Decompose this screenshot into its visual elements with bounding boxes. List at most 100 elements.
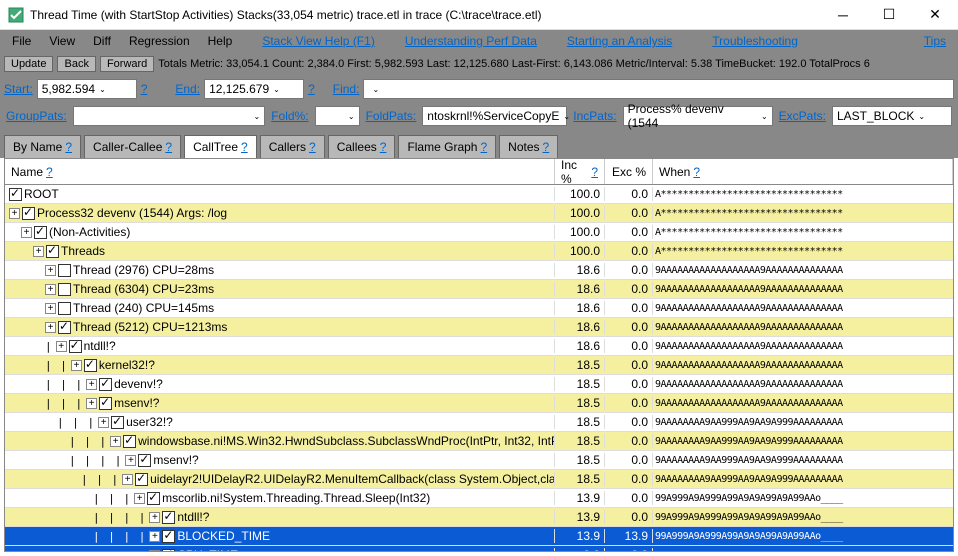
expand-icon[interactable]: + (122, 474, 133, 485)
foldpct-input[interactable]: ⌄ (315, 106, 360, 126)
expand-icon[interactable]: + (56, 341, 67, 352)
expand-icon[interactable]: + (110, 436, 121, 447)
link-understanding-perf[interactable]: Understanding Perf Data (397, 32, 545, 50)
tree-row[interactable]: | |+kernel32!?18.50.09AAAAAAAAAAAAAAAAAA… (5, 356, 953, 375)
expand-icon[interactable]: + (21, 227, 32, 238)
row-checkbox[interactable] (84, 359, 97, 372)
link-stackview-help[interactable]: Stack View Help (F1) (254, 32, 382, 50)
row-checkbox[interactable] (58, 283, 71, 296)
find-input[interactable]: ⌄ (363, 79, 954, 99)
foldpct-label[interactable]: Fold%: (271, 109, 308, 123)
expand-icon[interactable]: + (149, 512, 160, 523)
expand-icon[interactable]: + (98, 417, 109, 428)
expand-icon[interactable]: + (149, 550, 160, 552)
row-checkbox[interactable] (162, 530, 175, 543)
incpats-label[interactable]: IncPats: (573, 109, 616, 123)
tree-row[interactable]: | | | |+ntdll!?13.90.099A999A9A999A99A9A… (5, 508, 953, 527)
tree-row[interactable]: | | | | +CPU_TIME0.00.0..-..-.-...-..-.-… (5, 546, 953, 551)
expand-icon[interactable]: + (45, 265, 56, 276)
tree-row[interactable]: | | | | +BLOCKED_TIME13.913.999A999A9A99… (5, 527, 953, 546)
close-button[interactable]: ✕ (912, 0, 958, 30)
tree-row[interactable]: +(Non-Activities)100.00.0A**************… (5, 223, 953, 242)
row-checkbox[interactable] (22, 207, 35, 220)
grouppats-input[interactable]: ⌄ (73, 106, 266, 126)
tab-callers[interactable]: Callers? (260, 135, 325, 158)
tab-flamegraph[interactable]: Flame Graph? (398, 135, 496, 158)
link-starting-analysis[interactable]: Starting an Analysis (559, 32, 680, 50)
tab-caller-callee[interactable]: Caller-Callee? (84, 135, 181, 158)
link-tips[interactable]: Tips (916, 32, 954, 50)
tree-row[interactable]: ROOT100.00.0A***************************… (5, 185, 953, 204)
row-checkbox[interactable] (138, 454, 151, 467)
expand-icon[interactable]: + (45, 284, 56, 295)
menu-diff[interactable]: Diff (85, 32, 119, 50)
tree-row[interactable]: +Thread (5212) CPU=1213ms18.60.09AAAAAAA… (5, 318, 953, 337)
maximize-button[interactable]: ☐ (866, 0, 912, 30)
tab-byname[interactable]: By Name? (4, 135, 81, 158)
expand-icon[interactable]: + (33, 246, 44, 257)
end-input[interactable]: 12,125.679⌄ (204, 79, 304, 99)
expand-icon[interactable]: + (86, 398, 97, 409)
tree-row[interactable]: +Thread (2976) CPU=28ms18.60.09AAAAAAAAA… (5, 261, 953, 280)
start-input[interactable]: 5,982.594⌄ (37, 79, 137, 99)
update-button[interactable]: Update (4, 56, 53, 72)
row-checkbox[interactable] (123, 435, 136, 448)
row-checkbox[interactable] (99, 378, 112, 391)
tree-row[interactable]: |+ntdll!?18.60.09AAAAAAAAAAAAAAAAAA9AAAA… (5, 337, 953, 356)
row-checkbox[interactable] (46, 245, 59, 258)
link-troubleshooting[interactable]: Troubleshooting (704, 32, 806, 50)
col-name[interactable]: Name? (5, 159, 555, 184)
tree-row[interactable]: | | |+user32!?18.50.09AAAAAAAA9AA999AA9A… (5, 413, 953, 432)
tree-row[interactable]: +Thread (6304) CPU=23ms18.60.09AAAAAAAAA… (5, 280, 953, 299)
expand-icon[interactable]: + (86, 379, 97, 390)
row-checkbox[interactable] (147, 492, 160, 505)
row-checkbox[interactable] (58, 264, 71, 277)
expand-icon[interactable]: + (125, 455, 136, 466)
tab-calltree[interactable]: CallTree? (184, 135, 257, 158)
expand-icon[interactable]: + (9, 208, 20, 219)
end-label[interactable]: End: (175, 82, 200, 96)
expand-icon[interactable]: + (149, 531, 160, 542)
find-label[interactable]: Find: (333, 82, 360, 96)
menu-file[interactable]: File (4, 32, 39, 50)
minimize-button[interactable]: ─ (820, 0, 866, 30)
row-checkbox[interactable] (69, 340, 82, 353)
back-button[interactable]: Back (57, 56, 95, 72)
foldpats-label[interactable]: FoldPats: (366, 109, 417, 123)
col-inc[interactable]: Inc %? (555, 159, 605, 184)
tree-row[interactable]: | | |+mscorlib.ni!System.Threading.Threa… (5, 489, 953, 508)
tab-callees[interactable]: Callees? (328, 135, 396, 158)
row-checkbox[interactable] (135, 473, 148, 486)
end-help[interactable]: ? (308, 82, 315, 96)
tree-row[interactable]: | | |+devenv!?18.50.09AAAAAAAAAAAAAAAAAA… (5, 375, 953, 394)
grouppats-label[interactable]: GroupPats: (6, 109, 67, 123)
row-checkbox[interactable] (111, 416, 124, 429)
col-when[interactable]: When? (653, 159, 953, 184)
menu-view[interactable]: View (41, 32, 83, 50)
excpats-label[interactable]: ExcPats: (779, 109, 826, 123)
tab-notes[interactable]: Notes? (499, 135, 558, 158)
forward-button[interactable]: Forward (100, 56, 154, 72)
row-checkbox[interactable] (162, 549, 175, 552)
row-checkbox[interactable] (9, 188, 22, 201)
expand-icon[interactable]: + (134, 493, 145, 504)
expand-icon[interactable]: + (45, 303, 56, 314)
tree-row[interactable]: +Threads100.00.0A***********************… (5, 242, 953, 261)
incpats-input[interactable]: Process% devenv (1544⌄ (623, 106, 773, 126)
start-label[interactable]: Start: (4, 82, 33, 96)
tree-row[interactable]: | | |+msenv!?18.50.09AAAAAAAAAAAAAAAAAA9… (5, 394, 953, 413)
menu-regression[interactable]: Regression (121, 32, 198, 50)
excpats-input[interactable]: LAST_BLOCK⌄ (832, 106, 952, 126)
row-checkbox[interactable] (34, 226, 47, 239)
tree-row[interactable]: +Process32 devenv (1544) Args: /log100.0… (5, 204, 953, 223)
expand-icon[interactable]: + (45, 322, 56, 333)
foldpats-input[interactable]: ntoskrnl!%ServiceCopyE⌄ (422, 106, 567, 126)
row-checkbox[interactable] (162, 511, 175, 524)
tree-row[interactable]: | | | |+msenv!?18.50.09AAAAAAAA9AA999AA9… (5, 451, 953, 470)
grid-body[interactable]: ROOT100.00.0A***************************… (5, 185, 953, 551)
row-checkbox[interactable] (58, 302, 71, 315)
row-checkbox[interactable] (99, 397, 112, 410)
tree-row[interactable]: | | |+windowsbase.ni!MS.Win32.HwndSubcla… (5, 432, 953, 451)
tree-row[interactable]: | | |+uidelayr2!UIDelayR2.UIDelayR2.Menu… (5, 470, 953, 489)
col-exc[interactable]: Exc % (605, 159, 653, 184)
